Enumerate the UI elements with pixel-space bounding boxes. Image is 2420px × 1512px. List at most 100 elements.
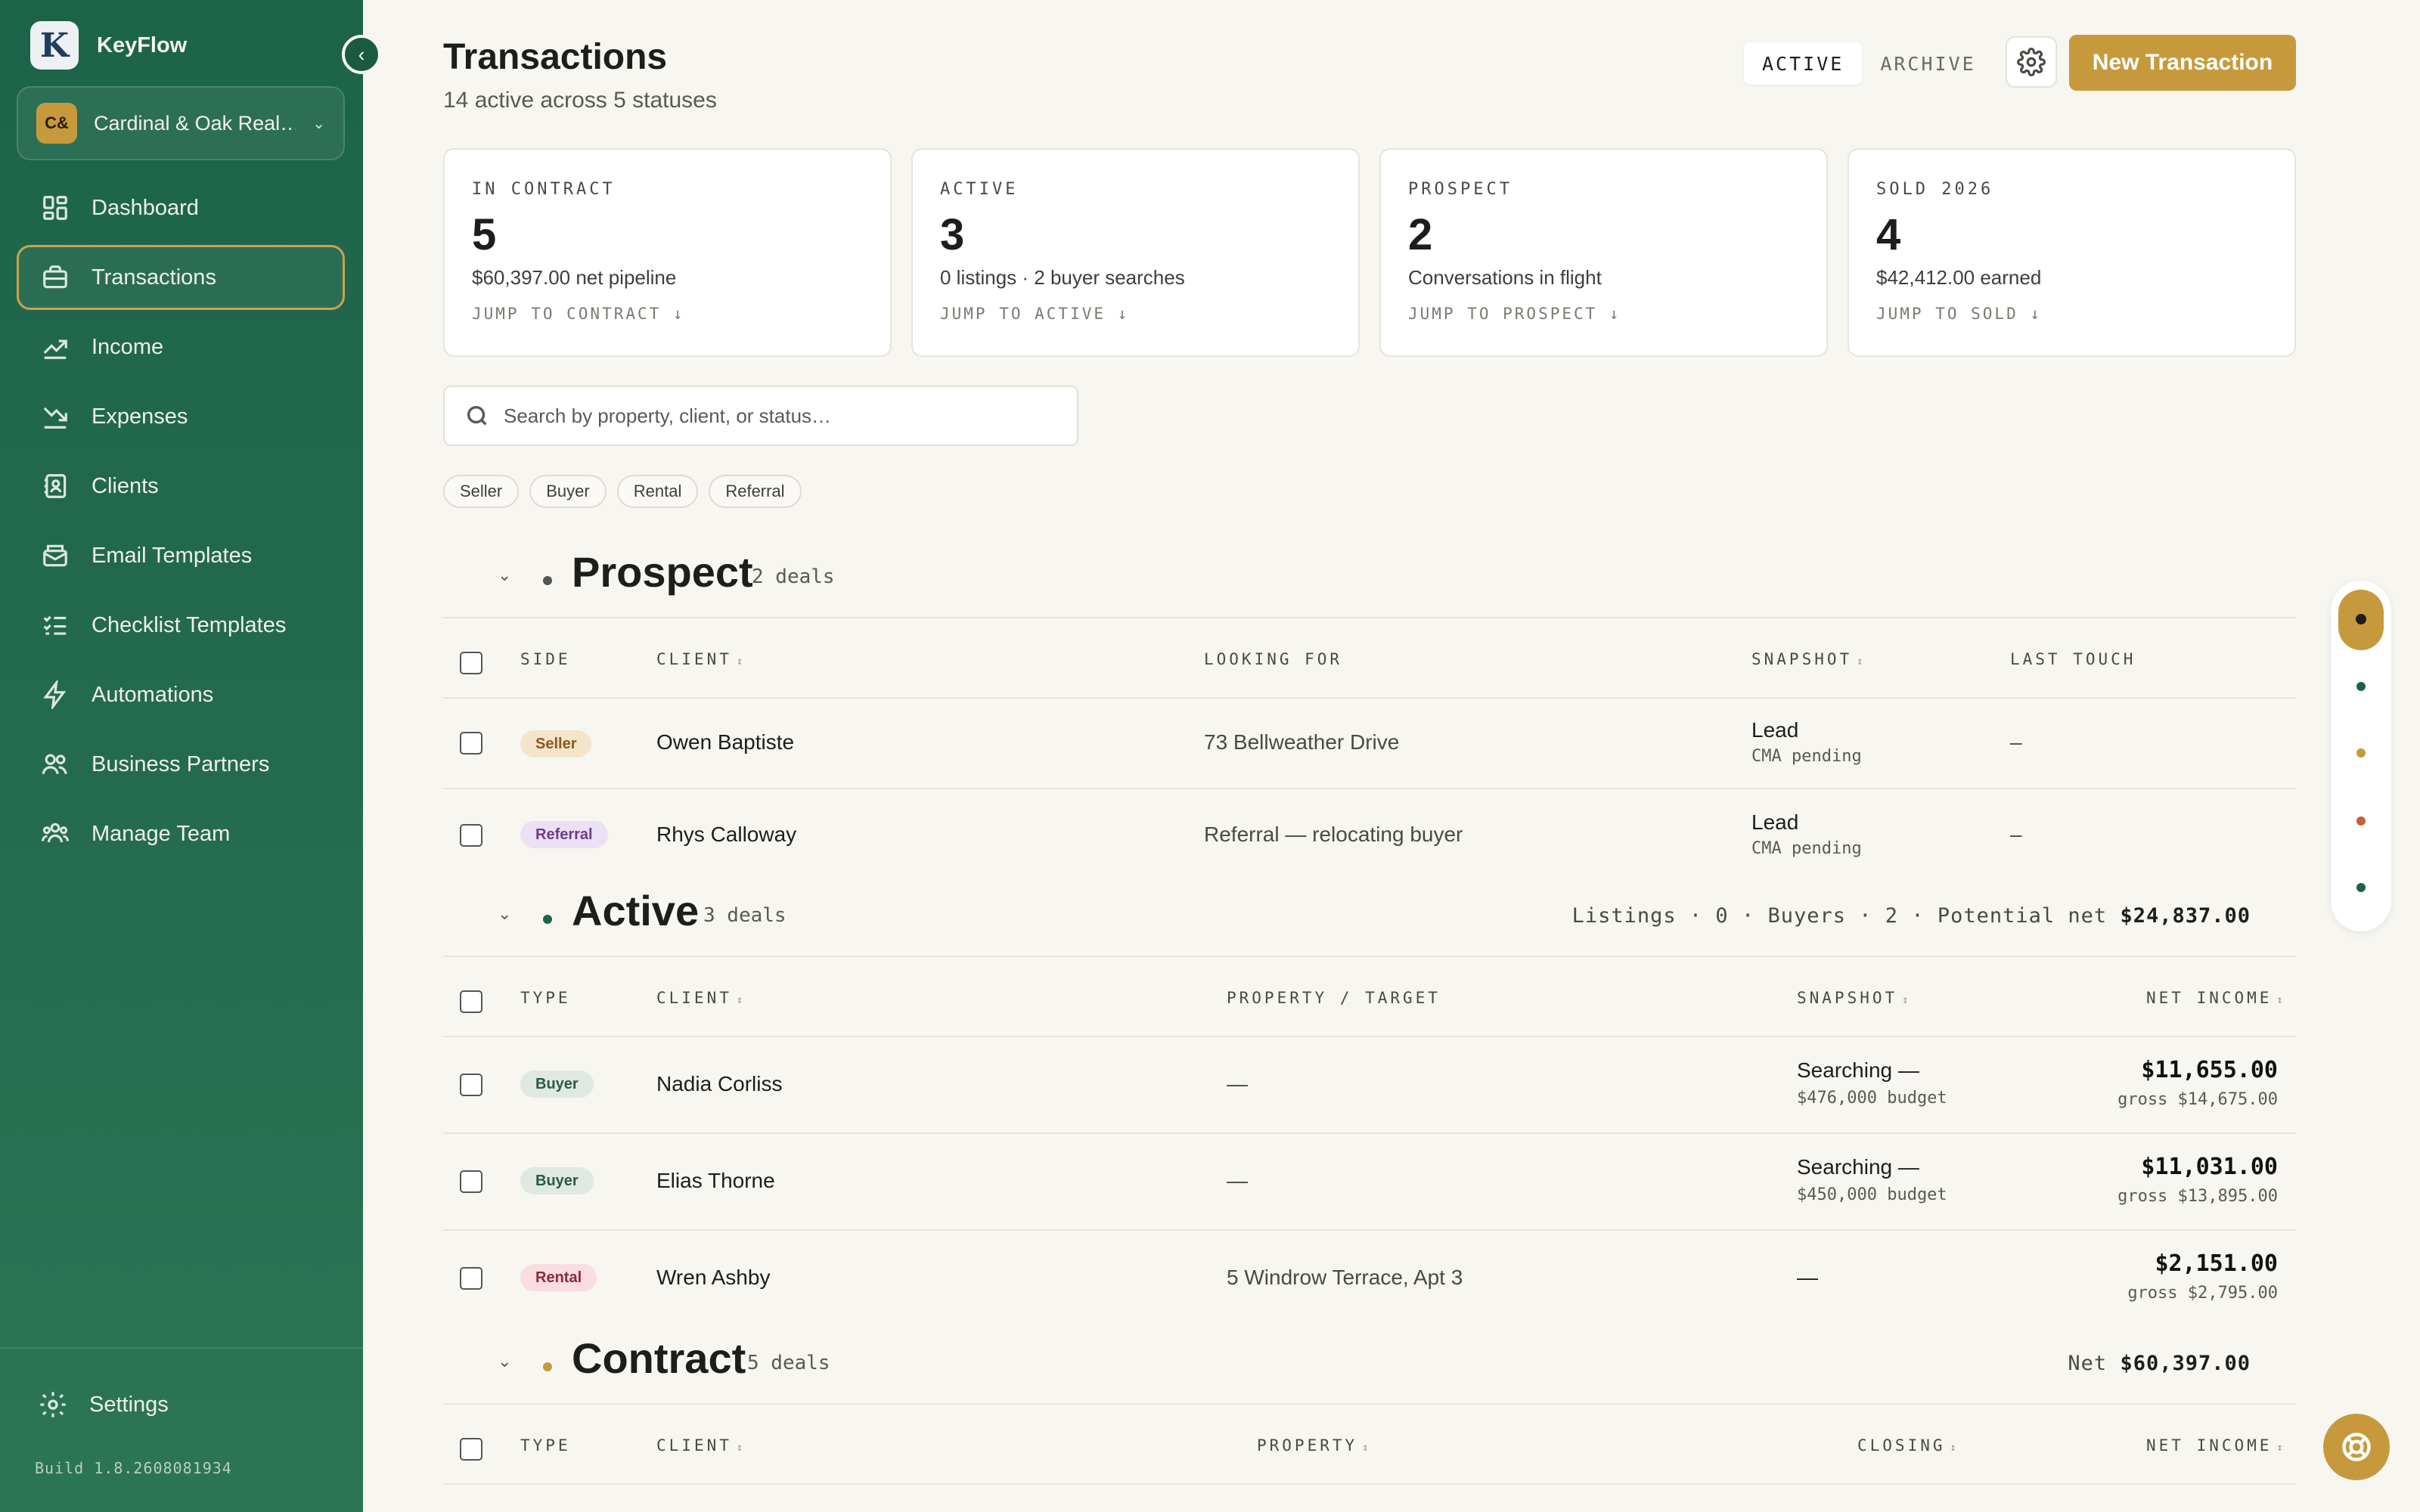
column-header-net-income[interactable]: NET INCOME ↕ [2146, 1436, 2283, 1455]
column-header-property: PROPERTY / TARGET [1227, 989, 1441, 1007]
column-header-property[interactable]: PROPERTY ↕ [1257, 1436, 1369, 1455]
column-header-label: CLIENT [656, 650, 732, 668]
sidebar-item-label: Automations [92, 682, 214, 707]
table-row[interactable]: Buyer Nadia Corliss — Searching — $476,0… [443, 1037, 2296, 1134]
select-all-checkbox[interactable] [460, 990, 482, 1013]
chevron-down-icon[interactable]: ⌄ [498, 904, 511, 924]
client-name[interactable]: Wren Ashby [656, 1266, 770, 1290]
summary-net: $24,837.00 [2120, 904, 2251, 928]
tab-archive[interactable]: ARCHIVE [1862, 42, 1993, 85]
section-title: Contract [572, 1334, 746, 1382]
jump-to-active-link[interactable]: JUMP TO ACTIVE ↓ [940, 305, 1331, 323]
column-header-client[interactable]: CLIENT ↕ [656, 989, 743, 1007]
sidebar-item-label: Checklist Templates [92, 612, 287, 637]
stat-value: 2 [1408, 210, 1433, 259]
sidebar-item-dashboard[interactable]: Dashboard [17, 175, 345, 240]
type-badge: Buyer [520, 1070, 594, 1098]
sort-icon: ↕ [1857, 655, 1863, 668]
dashboard-icon [40, 193, 70, 223]
sidebar-item-clients[interactable]: Clients [17, 454, 345, 519]
column-header-net-income[interactable]: NET INCOME ↕ [2146, 989, 2283, 1007]
section-header-contract: ⌄ Contract 5 deals Net $60,397.00 [443, 1329, 2296, 1405]
filter-chip-buyer[interactable]: Buyer [529, 475, 607, 508]
sidebar-item-label: Settings [89, 1392, 169, 1417]
status-dot [543, 1362, 552, 1371]
jump-to-prospect-link[interactable]: JUMP TO PROSPECT ↓ [1408, 305, 1799, 323]
filter-chip-rental[interactable]: Rental [616, 475, 699, 508]
sidebar: K KeyFlow C& Cardinal & Oak Real… ⌄ Dash… [0, 0, 363, 1512]
property: — [1227, 1072, 1248, 1095]
row-checkbox[interactable] [460, 1267, 482, 1290]
looking-for: Referral — relocating buyer [1204, 823, 1463, 846]
filter-chip-referral[interactable]: Referral [709, 475, 802, 508]
client-name[interactable]: Elias Thorne [656, 1169, 775, 1193]
summary-net: $60,397.00 [2120, 1352, 2251, 1375]
summary-net-label: Potential net [1937, 904, 2108, 928]
page-subtitle: 14 active across 5 statuses [443, 88, 717, 113]
chevron-down-icon[interactable]: ⌄ [498, 1352, 511, 1371]
trending-up-icon [40, 332, 70, 362]
jump-to-contract-link[interactable]: JUMP TO CONTRACT ↓ [472, 305, 863, 323]
workspace-name: Cardinal & Oak Real… [94, 111, 296, 135]
select-all-checkbox[interactable] [460, 1438, 482, 1461]
jump-to-sold-link[interactable]: JUMP TO SOLD ↓ [1876, 305, 2267, 323]
rail-dot-section-5[interactable] [2356, 883, 2366, 892]
table-row[interactable]: Referral Rhys Calloway Referral — reloca… [443, 789, 2296, 881]
sidebar-item-automations[interactable]: Automations [17, 662, 345, 727]
new-transaction-button[interactable]: New Transaction [2069, 35, 2296, 91]
sort-icon: ↕ [1362, 1442, 1369, 1454]
sidebar-item-manage-team[interactable]: Manage Team [17, 801, 345, 866]
column-header-client[interactable]: CLIENT ↕ [656, 650, 743, 668]
sort-icon: ↕ [2276, 994, 2283, 1006]
client-name[interactable]: Owen Baptiste [656, 730, 794, 754]
tab-active[interactable]: ACTIVE [1744, 42, 1863, 85]
column-header-client[interactable]: CLIENT ↕ [656, 1436, 743, 1455]
collapse-sidebar-button[interactable]: ‹ [342, 35, 381, 74]
select-all-checkbox[interactable] [460, 652, 482, 674]
column-header-last-touch: LAST TOUCH [2010, 650, 2136, 668]
stat-card-sold: SOLD 2026 4 $42,412.00 earned JUMP TO SO… [1848, 148, 2296, 357]
rail-dot-contract[interactable] [2356, 748, 2366, 758]
chevron-down-icon[interactable]: ⌄ [498, 565, 511, 585]
row-checkbox[interactable] [460, 732, 482, 754]
property: — [1227, 1169, 1248, 1192]
column-header-snapshot[interactable]: SNAPSHOT ↕ [1797, 989, 1909, 1007]
sidebar-item-settings[interactable]: Settings [38, 1390, 169, 1420]
summary-listings: 0 [1715, 904, 1729, 928]
column-header-snapshot[interactable]: SNAPSHOT ↕ [1751, 650, 1863, 668]
brand[interactable]: K KeyFlow [30, 21, 187, 70]
app-logo: K [30, 21, 79, 70]
sidebar-item-transactions[interactable]: Transactions [17, 245, 345, 310]
view-settings-button[interactable] [2006, 36, 2057, 88]
column-header-label: PROPERTY [1257, 1436, 1358, 1455]
rail-dot-prospect[interactable] [2356, 614, 2366, 624]
column-header-closing[interactable]: CLOSING ↕ [1857, 1436, 1956, 1455]
sidebar-item-email-templates[interactable]: Email Templates [17, 523, 345, 588]
search-input[interactable]: Search by property, client, or status… [443, 386, 1078, 446]
row-checkbox[interactable] [460, 1170, 482, 1193]
section-count: 5 deals [747, 1352, 830, 1374]
rail-dot-section-4[interactable] [2356, 816, 2366, 826]
workspace-switcher[interactable]: C& Cardinal & Oak Real… ⌄ [17, 86, 345, 160]
row-checkbox[interactable] [460, 1074, 482, 1096]
sidebar-item-checklist-templates[interactable]: Checklist Templates [17, 593, 345, 658]
table-row[interactable]: Seller Owen Baptiste 73 Bellweather Driv… [443, 699, 2296, 789]
gross-income: gross $14,675.00 [2118, 1090, 2278, 1109]
client-name[interactable]: Rhys Calloway [656, 823, 796, 847]
section-nav-rail [2331, 581, 2391, 931]
client-name[interactable]: Nadia Corliss [656, 1072, 783, 1096]
rail-dot-active[interactable] [2356, 682, 2366, 691]
table-row[interactable]: Buyer Elias Thorne — Searching — $450,00… [443, 1134, 2296, 1231]
help-button[interactable] [2323, 1414, 2390, 1480]
table-row[interactable]: Rental Wren Ashby 5 Windrow Terrace, Apt… [443, 1231, 2296, 1326]
filter-chip-seller[interactable]: Seller [443, 475, 520, 508]
sidebar-item-income[interactable]: Income [17, 314, 345, 380]
snapshot-detail: CMA pending [1751, 839, 1862, 858]
column-header-type: TYPE [520, 1436, 571, 1455]
column-header-looking-for: LOOKING FOR [1204, 650, 1343, 668]
sidebar-item-label: Manage Team [92, 821, 231, 846]
sidebar-item-business-partners[interactable]: Business Partners [17, 732, 345, 797]
row-checkbox[interactable] [460, 824, 482, 847]
snapshot-detail: $450,000 budget [1797, 1185, 1947, 1204]
sidebar-item-expenses[interactable]: Expenses [17, 384, 345, 449]
